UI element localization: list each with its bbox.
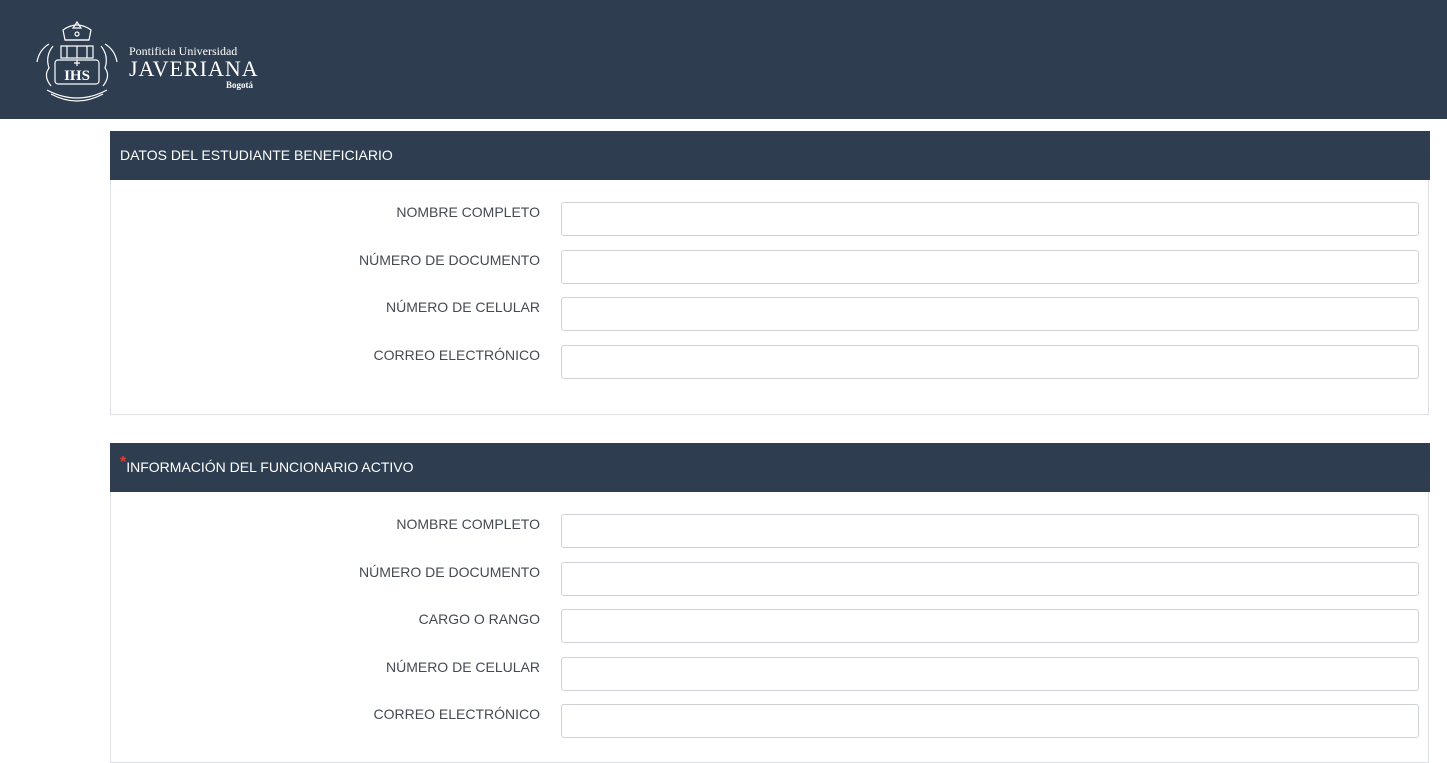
field-label: NOMBRE COMPLETO	[396, 516, 540, 532]
logo-text: Pontificia Universidad JAVERIANA Bogotá	[129, 44, 259, 91]
panel-title: DATOS DEL ESTUDIANTE BENEFICIARIO	[120, 147, 393, 163]
field-label: NÚMERO DE DOCUMENTO	[359, 252, 540, 268]
field-label: CORREO ELECTRÓNICO	[373, 706, 540, 722]
student-document-number-input[interactable]	[561, 250, 1419, 284]
form-row: NÚMERO DE CELULAR	[111, 657, 1430, 691]
form-row: NÚMERO DE DOCUMENTO	[111, 250, 1430, 284]
field-label: NÚMERO DE CELULAR	[385, 299, 540, 315]
active-employee-panel: *INFORMACIÓN DEL FUNCIONARIO ACTIVO NOMB…	[110, 443, 1430, 763]
university-logo[interactable]: IHS Pontificia Universidad JAVERIANA Bog…	[33, 16, 263, 104]
form-row: NOMBRE COMPLETO	[111, 514, 1430, 548]
field-label: CORREO ELECTRÓNICO	[373, 347, 540, 363]
employee-email-input[interactable]	[561, 704, 1419, 738]
panel-header: DATOS DEL ESTUDIANTE BENEFICIARIO	[110, 131, 1430, 180]
form-row: NOMBRE COMPLETO	[111, 202, 1430, 236]
logo-line-3: Bogotá	[226, 80, 253, 90]
employee-full-name-input[interactable]	[561, 514, 1419, 548]
form-row: NÚMERO DE DOCUMENTO	[111, 562, 1430, 596]
employee-position-input[interactable]	[561, 609, 1419, 643]
employee-document-number-input[interactable]	[561, 562, 1419, 596]
form-row: NÚMERO DE CELULAR	[111, 297, 1430, 331]
field-label: NÚMERO DE DOCUMENTO	[359, 564, 540, 580]
student-full-name-input[interactable]	[561, 202, 1419, 236]
top-header-bar: IHS Pontificia Universidad JAVERIANA Bog…	[0, 0, 1447, 119]
field-label: NÚMERO DE CELULAR	[385, 659, 540, 675]
form-row: CARGO O RANGO	[111, 609, 1430, 643]
field-label: CARGO O RANGO	[418, 611, 540, 627]
required-asterisk: *	[120, 454, 127, 471]
crest-monogram: IHS	[64, 68, 90, 84]
form-row: CORREO ELECTRÓNICO	[111, 345, 1430, 379]
student-cellphone-input[interactable]	[561, 297, 1419, 331]
student-beneficiary-panel: DATOS DEL ESTUDIANTE BENEFICIARIO NOMBRE…	[110, 131, 1430, 415]
panel-title: INFORMACIÓN DEL FUNCIONARIO ACTIVO	[126, 459, 414, 475]
panel-header: *INFORMACIÓN DEL FUNCIONARIO ACTIVO	[110, 443, 1430, 492]
form-row: CORREO ELECTRÓNICO	[111, 704, 1430, 738]
logo-line-2: JAVERIANA	[129, 56, 259, 81]
student-email-input[interactable]	[561, 345, 1419, 379]
crest-icon: IHS	[36, 20, 118, 102]
field-label: NOMBRE COMPLETO	[396, 204, 540, 220]
employee-cellphone-input[interactable]	[561, 657, 1419, 691]
